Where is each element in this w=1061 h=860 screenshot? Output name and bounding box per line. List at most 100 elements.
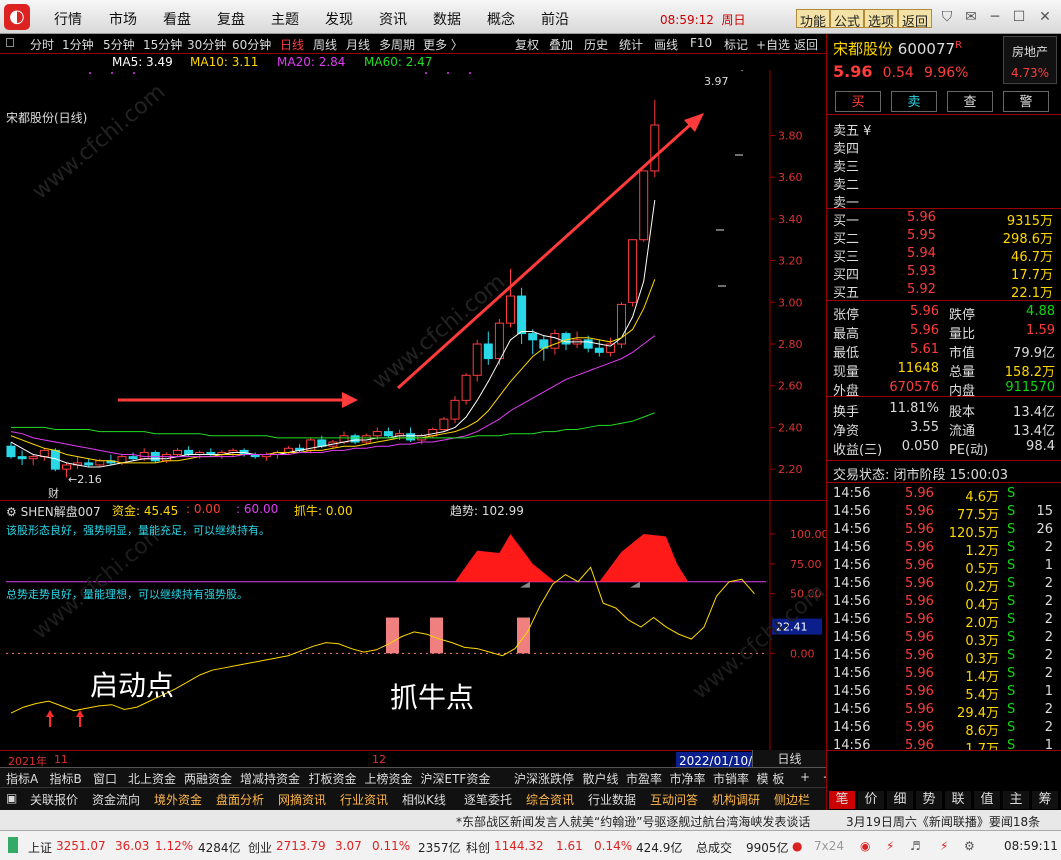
indicator-tab[interactable]: 沪深涨跌停	[514, 770, 574, 787]
flash-icon[interactable]: ⚡	[940, 839, 948, 853]
news-headline[interactable]: *东部战区新闻发言人就美“约翰逊”号驱逐舰过航台湾海峡发表谈话	[456, 813, 810, 830]
candlestick-chart[interactable]: 3.80 3.60 3.40 3.20 3.00 2.80 2.60 2.40 2.20 www.…	[0, 70, 826, 500]
trade-button[interactable]: 买	[835, 91, 881, 112]
menu-item[interactable]: 主题	[271, 9, 299, 29]
menu-item[interactable]: 行情	[54, 9, 82, 29]
info-tab[interactable]: 机构调研	[712, 791, 760, 808]
function-button[interactable]: 公式	[830, 9, 865, 30]
menu-item[interactable]: 看盘	[163, 9, 191, 29]
menu-item[interactable]: 资讯	[379, 9, 407, 29]
period-tab[interactable]: 60分钟	[232, 36, 271, 53]
indicator-tab[interactable]: 两融资金	[184, 770, 232, 787]
menu-item[interactable]: 数据	[433, 9, 461, 29]
period-tab[interactable]: 多周期	[379, 36, 415, 53]
indicator-tab[interactable]: 市盈率	[626, 770, 662, 787]
broadcast-icon[interactable]: ◉	[860, 839, 870, 853]
indicator-tab[interactable]: 指标B	[50, 770, 82, 787]
toolbar-button[interactable]: 标记	[724, 36, 748, 53]
sh-label[interactable]: 上证	[28, 839, 52, 856]
info-tab[interactable]: 互动问答	[650, 791, 698, 808]
trade-button[interactable]: 警	[1003, 91, 1049, 112]
indicator-tab[interactable]: 市净率	[670, 770, 706, 787]
info-tab[interactable]: 关联报价	[30, 791, 78, 808]
period-tab[interactable]: 5分钟	[103, 36, 135, 53]
toolbar-button[interactable]: 画线	[654, 36, 678, 53]
indicator-tab[interactable]: 沪深ETF资金	[421, 770, 491, 787]
info-tab[interactable]: 侧边栏	[774, 791, 810, 808]
message-icon[interactable]: ✉	[960, 7, 982, 27]
indicator-tab[interactable]: 市销率	[713, 770, 749, 787]
detail-tab[interactable]: 笔	[829, 791, 855, 809]
detail-tab[interactable]: 细	[887, 791, 913, 809]
indicator-tab[interactable]: 打板资金	[309, 770, 357, 787]
info-tab[interactable]: 盘面分析	[216, 791, 264, 808]
indicator-tab[interactable]: 散户线	[583, 770, 619, 787]
cy-label[interactable]: 创业	[248, 839, 272, 856]
info-tab[interactable]: 资金流向	[92, 791, 140, 808]
period-tab[interactable]: 周线	[313, 36, 337, 53]
app-logo-icon[interactable]: ◐	[4, 4, 30, 30]
detail-tab[interactable]: 主	[1003, 791, 1029, 809]
panel-icon[interactable]	[6, 38, 14, 47]
indicator-tab[interactable]: 上榜资金	[365, 770, 413, 787]
indicator-tab[interactable]: +	[800, 770, 810, 784]
menu-item[interactable]: 发现	[325, 9, 353, 29]
info-tab[interactable]: 综合资讯	[526, 791, 574, 808]
period-tab[interactable]: 15分钟	[143, 36, 182, 53]
menu-item[interactable]: 概念	[487, 9, 515, 29]
detail-tab[interactable]: 价	[858, 791, 884, 809]
indicator-tab[interactable]: 窗口	[93, 770, 117, 787]
info-tab[interactable]: 行业资讯	[340, 791, 388, 808]
period-tab[interactable]: 更多 〉	[423, 36, 463, 53]
indicator-param: : 60.00	[236, 502, 279, 516]
toolbar-button[interactable]: 历史	[584, 36, 608, 53]
info-tab[interactable]: 逐笔委托	[464, 791, 512, 808]
news-ticker[interactable]: *东部战区新闻发言人就美“约翰逊”号驱逐舰过航台湾海峡发表谈话 3月19日周六《…	[0, 810, 1061, 830]
indicator-tab[interactable]: 北上资金	[128, 770, 176, 787]
menu-item[interactable]: 复盘	[217, 9, 245, 29]
kc-label[interactable]: 科创	[466, 839, 490, 856]
toolbar-button[interactable]: 复权	[515, 36, 539, 53]
toolbar-button[interactable]: 返回	[794, 36, 818, 53]
toolbar-button[interactable]: F10	[690, 36, 712, 50]
news-date[interactable]: 3月19日周六《新闻联播》要闻18条	[846, 813, 1040, 830]
detail-tab[interactable]: 势	[916, 791, 942, 809]
toolbar-button[interactable]: +自选	[756, 36, 790, 53]
notify-icon[interactable]: ♬	[910, 839, 921, 853]
settings-icon[interactable]: ⚙	[964, 839, 975, 853]
indicator-tab[interactable]: 指标A	[6, 770, 38, 787]
period-label[interactable]: 日线	[752, 750, 826, 767]
function-button[interactable]: 功能	[796, 9, 831, 30]
tab-menu-icon[interactable]: ▣	[6, 791, 17, 805]
indicator-tab[interactable]: 增减持资金	[240, 770, 300, 787]
detail-tab[interactable]: 值	[974, 791, 1000, 809]
sector-box[interactable]: 房地产 4.73%	[1003, 36, 1057, 84]
period-tab[interactable]: 日线	[280, 36, 304, 53]
menu-item[interactable]: 前沿	[541, 9, 569, 29]
info-tab[interactable]: 行业数据	[588, 791, 636, 808]
toolbar-button[interactable]: 叠加	[549, 36, 573, 53]
info-tab[interactable]: 网摘资讯	[278, 791, 326, 808]
period-tab[interactable]: 1分钟	[62, 36, 94, 53]
service-label[interactable]: 7x24	[814, 839, 844, 853]
period-tab[interactable]: 30分钟	[187, 36, 226, 53]
alert-icon[interactable]: ●	[792, 839, 802, 853]
menu-item[interactable]: 市场	[109, 9, 137, 29]
toolbar-button[interactable]: 统计	[619, 36, 643, 53]
detail-tab[interactable]: 筹	[1032, 791, 1058, 809]
trade-button[interactable]: 卖	[891, 91, 937, 112]
info-tab[interactable]: 境外资金	[154, 791, 202, 808]
function-button[interactable]: 选项	[864, 9, 899, 30]
minimize-icon[interactable]: ─	[984, 7, 1006, 27]
maximize-icon[interactable]: ☐	[1008, 7, 1030, 27]
period-tab[interactable]: 分时	[30, 36, 54, 53]
info-tab[interactable]: 相似K线	[402, 791, 446, 808]
function-button[interactable]: 返回	[898, 9, 933, 30]
period-tab[interactable]: 月线	[346, 36, 370, 53]
lightning-icon[interactable]: ⚡	[886, 839, 894, 853]
trade-button[interactable]: 查	[947, 91, 993, 112]
indicator-tab[interactable]: 模 板	[757, 770, 785, 787]
detail-tab[interactable]: 联	[945, 791, 971, 809]
skin-icon[interactable]: ⛉	[936, 7, 958, 27]
close-icon[interactable]: ✕	[1034, 7, 1056, 27]
